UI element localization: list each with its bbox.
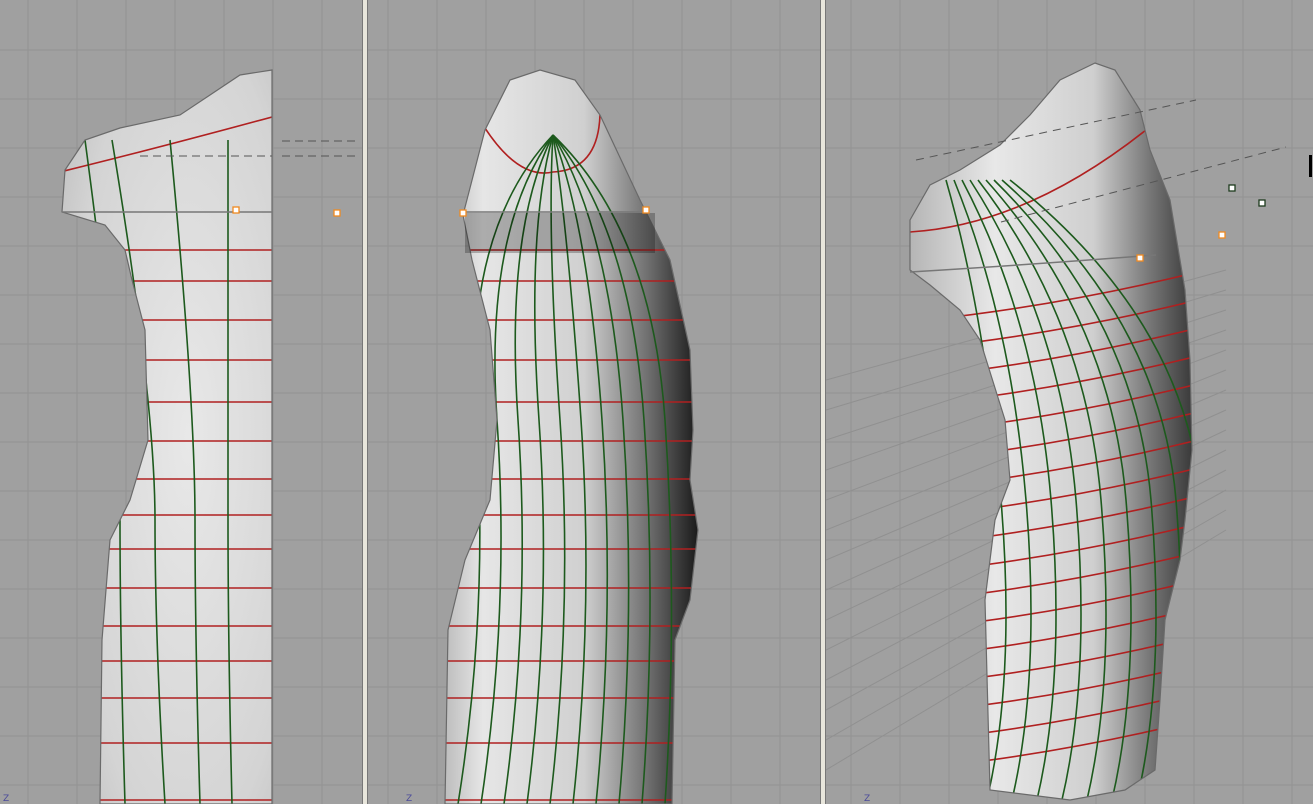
axis-label: Z (864, 794, 871, 804)
nurbs-surface (62, 70, 272, 804)
control-vertex (1228, 184, 1236, 192)
edge-marker (1309, 155, 1312, 177)
viewport-left[interactable]: Z (0, 0, 362, 804)
axis-label: Z (3, 794, 10, 804)
control-vertex (1258, 199, 1266, 207)
viewport-perspective[interactable]: Z (826, 0, 1313, 804)
control-vertex (1218, 231, 1226, 239)
control-vertex (333, 209, 341, 217)
control-vertex (459, 209, 467, 217)
axis-label: Z (406, 794, 413, 804)
control-vertex (232, 206, 240, 214)
nurbs-surface (445, 70, 698, 804)
viewport-canvas[interactable] (826, 0, 1313, 804)
shadow-band (465, 213, 655, 253)
viewport-front[interactable]: Z (368, 0, 820, 804)
viewport-canvas[interactable] (0, 0, 362, 804)
control-vertex (642, 206, 650, 214)
control-vertex (1136, 254, 1144, 262)
viewport-canvas[interactable] (368, 0, 820, 804)
